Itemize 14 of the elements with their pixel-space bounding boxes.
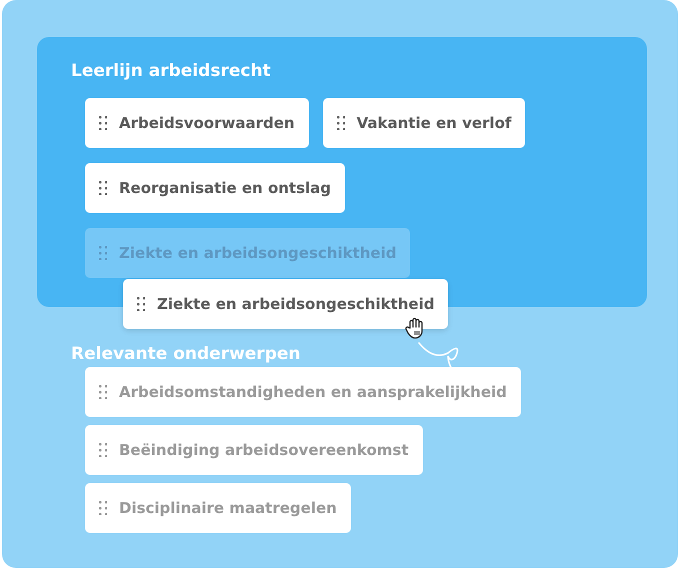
drag-handle-icon[interactable] (99, 181, 107, 195)
topic-chip[interactable]: Vakantie en verlof (322, 98, 526, 148)
topic-chip[interactable]: Arbeidsvoorwaarden (85, 98, 309, 148)
drag-handle-icon[interactable] (99, 443, 107, 457)
drag-handle-icon[interactable] (99, 501, 107, 515)
drag-handle-icon[interactable] (99, 246, 107, 260)
topic-chip[interactable]: Reorganisatie en ontslag (85, 163, 346, 213)
section-title: Leerlijn arbeidsrecht (71, 60, 271, 83)
section-title: Relevante onderwerpen (71, 343, 300, 366)
drag-handle-icon[interactable] (137, 297, 145, 311)
drag-handle-icon[interactable] (99, 116, 107, 130)
dragged-chip[interactable]: Ziekte en arbeidsongeschiktheid (123, 279, 448, 329)
drag-handle-icon[interactable] (336, 116, 345, 130)
drag-handle-icon[interactable] (99, 385, 107, 399)
